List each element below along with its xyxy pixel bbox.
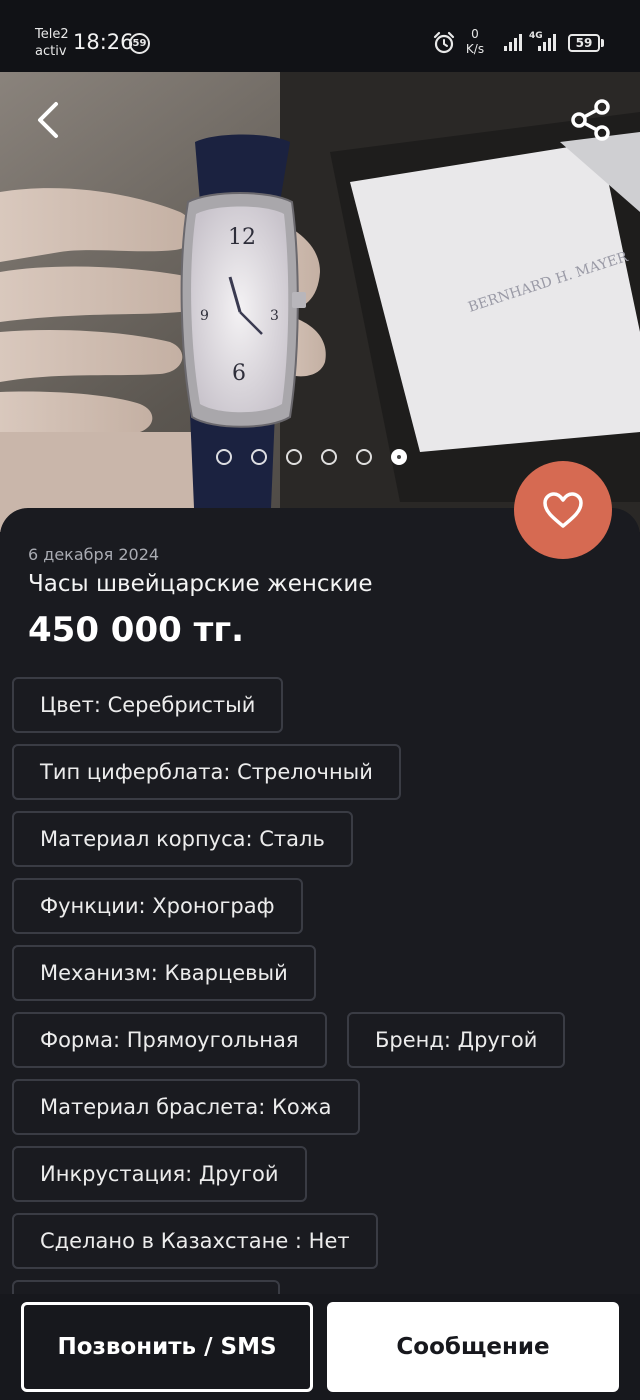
attribute-chip[interactable]: Цвет: Серебристый [12,677,284,733]
carousel-dot[interactable] [251,449,267,465]
network-speed: 0 K/s [465,27,485,56]
notification-count-badge: 59 [129,33,150,54]
svg-text:6: 6 [232,361,246,386]
chevron-left-icon [38,102,58,138]
call-sms-button[interactable]: Позвонить / SMS [21,1302,313,1392]
carousel-dot-active[interactable] [391,449,407,465]
carousel-dot[interactable] [286,449,302,465]
attribute-chip[interactable]: Тип циферблата: Стрелочный [12,744,401,800]
status-bar: Tele2 activ 18:26 59 0 K/s 4G 59 [0,0,640,72]
share-button[interactable] [568,98,614,142]
back-button[interactable] [26,96,70,144]
attribute-chip[interactable]: Материал корпуса: Сталь [12,811,353,867]
attribute-chip[interactable]: Инкрустация: Другой [12,1146,307,1202]
message-button[interactable]: Сообщение [327,1302,619,1392]
share-icon [571,99,610,141]
signal-icon [504,34,522,51]
listing-price: 450 000 тг. [28,610,245,650]
listing-date: 6 декабря 2024 [28,545,160,564]
signal-icon [538,34,556,51]
svg-text:12: 12 [228,225,256,250]
listing-title: Часы швейцарские женские [28,571,373,597]
carousel-dot[interactable] [321,449,337,465]
carousel-dot[interactable] [216,449,232,465]
attribute-chip[interactable]: Сделано в Казахстане : Нет [12,1213,378,1269]
carousel-dot[interactable] [356,449,372,465]
battery-tip [601,39,604,47]
carrier-name: Tele2 activ [35,27,69,59]
svg-text:9: 9 [200,308,209,324]
clock: 18:26 [73,30,134,54]
favorite-button[interactable] [514,461,612,559]
attribute-chip[interactable]: Механизм: Кварцевый [12,945,316,1001]
attribute-chip[interactable]: Материал браслета: Кожа [12,1079,360,1135]
battery-icon: 59 [568,34,600,52]
carousel-dots[interactable] [216,449,407,465]
heart-icon [543,492,583,528]
alarm-icon [433,31,455,54]
attribute-chip[interactable]: Форма: Прямоугольная [12,1012,327,1068]
attribute-chip[interactable]: Функции: Хронограф [12,878,303,934]
attribute-chip[interactable]: Бренд: Другой [347,1012,566,1068]
svg-text:3: 3 [270,308,279,324]
